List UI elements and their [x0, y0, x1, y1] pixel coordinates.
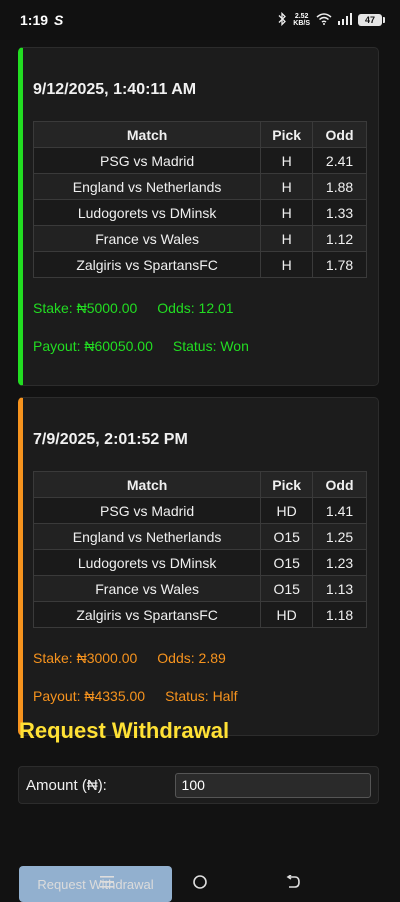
pick-cell: H — [260, 173, 314, 200]
back-icon[interactable] — [273, 867, 313, 897]
match-cell: Zalgiris vs SpartansFC — [32, 601, 262, 628]
status-right: 2.52 KB/S 47 — [277, 11, 385, 29]
app-notification-icon: S — [54, 12, 64, 28]
pick-cell: H — [260, 147, 314, 174]
bluetooth-icon — [277, 11, 287, 29]
amount-row: Amount (₦): — [18, 766, 379, 804]
table-header-row: Match Pick Odd — [32, 471, 367, 498]
column-header-pick: Pick — [260, 121, 314, 148]
column-header-pick: Pick — [260, 471, 314, 498]
network-speed: 2.52 KB/S — [293, 13, 310, 27]
bet-date: 9/12/2025, 1:40:11 AM — [33, 81, 197, 98]
table-row: Zalgiris vs SpartansFC H 1.78 — [32, 251, 367, 278]
payout-text: Payout: ₦4335.00 — [33, 688, 146, 704]
status-time: 1:19 — [20, 12, 49, 28]
table-row: PSG vs Madrid HD 1.41 — [32, 497, 367, 524]
status-bar: 1:19 S 2.52 KB/S 47 — [0, 0, 400, 40]
odd-cell: 1.12 — [312, 225, 367, 252]
match-cell: England vs Netherlands — [32, 523, 262, 550]
wifi-icon — [316, 12, 332, 28]
stake-text: Stake: ₦3000.00 — [33, 650, 138, 666]
bet-summary-line2: Payout: ₦60050.00 Status: Won — [33, 338, 249, 354]
pick-cell: H — [260, 199, 314, 226]
bet-summary-line1: Stake: ₦3000.00 Odds: 2.89 — [33, 650, 226, 666]
table-row: Ludogorets vs DMinsk O15 1.23 — [32, 549, 367, 576]
match-cell: England vs Netherlands — [32, 173, 262, 200]
bet-picks-table: Match Pick Odd PSG vs Madrid H 2.41 Engl… — [32, 121, 367, 278]
odd-cell: 1.13 — [312, 575, 367, 602]
match-cell: France vs Wales — [32, 225, 262, 252]
odd-cell: 1.18 — [312, 601, 367, 628]
match-cell: PSG vs Madrid — [32, 497, 262, 524]
odd-cell: 1.23 — [312, 549, 367, 576]
pick-cell: H — [260, 225, 314, 252]
table-row: Zalgiris vs SpartansFC HD 1.18 — [32, 601, 367, 628]
column-header-match: Match — [32, 471, 262, 498]
pick-cell: H — [260, 251, 314, 278]
table-row: England vs Netherlands O15 1.25 — [32, 523, 367, 550]
amount-label: Amount (₦): — [26, 776, 107, 794]
pick-cell: O15 — [260, 575, 314, 602]
table-header-row: Match Pick Odd — [32, 121, 367, 148]
odd-cell: 1.25 — [312, 523, 367, 550]
table-row: England vs Netherlands H 1.88 — [32, 173, 367, 200]
status-text: Status: Won — [172, 338, 249, 354]
odd-cell: 2.41 — [312, 147, 367, 174]
table-row: France vs Wales H 1.12 — [32, 225, 367, 252]
bet-card-half: 7/9/2025, 2:01:52 PM Match Pick Odd PSG … — [18, 397, 379, 736]
pick-cell: HD — [260, 601, 314, 628]
match-cell: PSG vs Madrid — [32, 147, 262, 174]
match-cell: Ludogorets vs DMinsk — [32, 549, 262, 576]
odd-cell: 1.78 — [312, 251, 367, 278]
status-left: 1:19 S — [20, 12, 63, 28]
battery-icon: 47 — [358, 14, 385, 26]
system-nav-bar — [0, 862, 400, 902]
bet-summary-line2: Payout: ₦4335.00 Status: Half — [33, 688, 237, 704]
odd-cell: 1.33 — [312, 199, 367, 226]
stake-text: Stake: ₦5000.00 — [33, 300, 138, 316]
menu-icon[interactable] — [87, 867, 127, 897]
pick-cell: O15 — [260, 549, 314, 576]
bet-card-won: 9/12/2025, 1:40:11 AM Match Pick Odd PSG… — [18, 47, 379, 386]
payout-text: Payout: ₦60050.00 — [33, 338, 153, 354]
match-cell: France vs Wales — [32, 575, 262, 602]
odd-cell: 1.41 — [312, 497, 367, 524]
table-row: PSG vs Madrid H 2.41 — [32, 147, 367, 174]
bet-date: 7/9/2025, 2:01:52 PM — [33, 431, 188, 448]
bet-history-scroll[interactable]: 9/12/2025, 1:40:11 AM Match Pick Odd PSG… — [0, 40, 400, 862]
speed-value: 2.52 — [294, 13, 309, 20]
odds-text: Odds: 2.89 — [157, 650, 226, 666]
odd-cell: 1.88 — [312, 173, 367, 200]
column-header-odd: Odd — [312, 471, 367, 498]
match-cell: Ludogorets vs DMinsk — [32, 199, 262, 226]
table-row: France vs Wales O15 1.13 — [32, 575, 367, 602]
match-cell: Zalgiris vs SpartansFC — [32, 251, 262, 278]
pick-cell: HD — [260, 497, 314, 524]
amount-input[interactable] — [174, 772, 371, 798]
column-header-match: Match — [32, 121, 262, 148]
signal-icon — [338, 12, 352, 28]
home-icon[interactable] — [180, 867, 220, 897]
pick-cell: O15 — [260, 523, 314, 550]
table-row: Ludogorets vs DMinsk H 1.33 — [32, 199, 367, 226]
bet-picks-table: Match Pick Odd PSG vs Madrid HD 1.41 Eng… — [32, 471, 367, 628]
odds-text: Odds: 12.01 — [157, 300, 234, 316]
column-header-odd: Odd — [312, 121, 367, 148]
speed-unit: KB/S — [293, 20, 310, 27]
status-text: Status: Half — [165, 688, 238, 704]
withdrawal-title: Request Withdrawal — [19, 718, 230, 743]
bet-summary-line1: Stake: ₦5000.00 Odds: 12.01 — [33, 300, 234, 316]
